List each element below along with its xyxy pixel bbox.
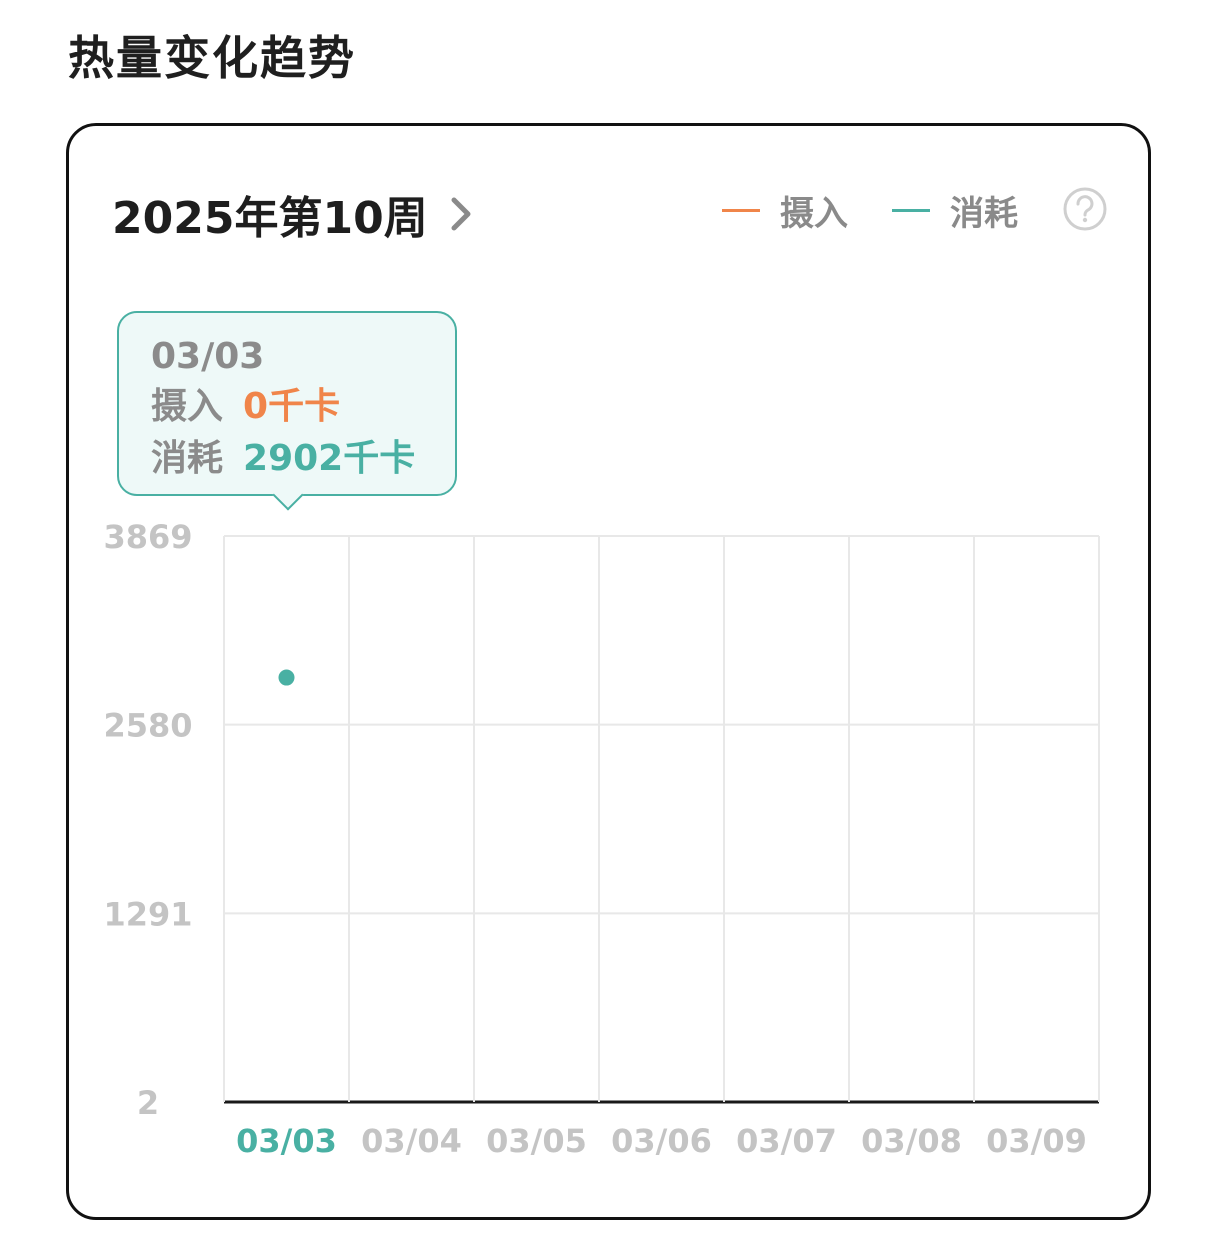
x-tick-label: 03/04	[361, 1122, 462, 1160]
y-tick-label: 1291	[103, 895, 192, 933]
tooltip-intake-label: 摄入	[151, 386, 224, 427]
x-tick-label: 03/06	[611, 1122, 712, 1160]
x-tick-label: 03/09	[986, 1122, 1087, 1160]
x-tick-label: 03/05	[486, 1122, 587, 1160]
x-tick-label: 03/03	[236, 1122, 337, 1160]
y-tick-label: 3869	[103, 518, 192, 556]
tooltip-intake-value: 0千卡	[243, 386, 341, 427]
tooltip-burn-label: 消耗	[151, 438, 224, 479]
x-tick-label: 03/08	[861, 1122, 962, 1160]
tooltip-burn-row: 消耗 2902千卡	[151, 433, 455, 485]
chart-tooltip: 03/03 摄入 0千卡 消耗 2902千卡	[117, 311, 457, 511]
tooltip-burn-value: 2902千卡	[243, 438, 416, 479]
y-tick-label: 2	[137, 1084, 159, 1122]
data-point	[278, 669, 295, 686]
tooltip-date: 03/03	[151, 336, 265, 377]
y-tick-label: 2580	[103, 707, 192, 745]
tooltip-intake-row: 摄入 0千卡	[151, 381, 455, 433]
x-tick-label: 03/07	[736, 1122, 837, 1160]
calorie-chart: 2 1291 2580 3869 03/03 03/04 03/05 03/06 03/07 03…	[103, 518, 1100, 1160]
